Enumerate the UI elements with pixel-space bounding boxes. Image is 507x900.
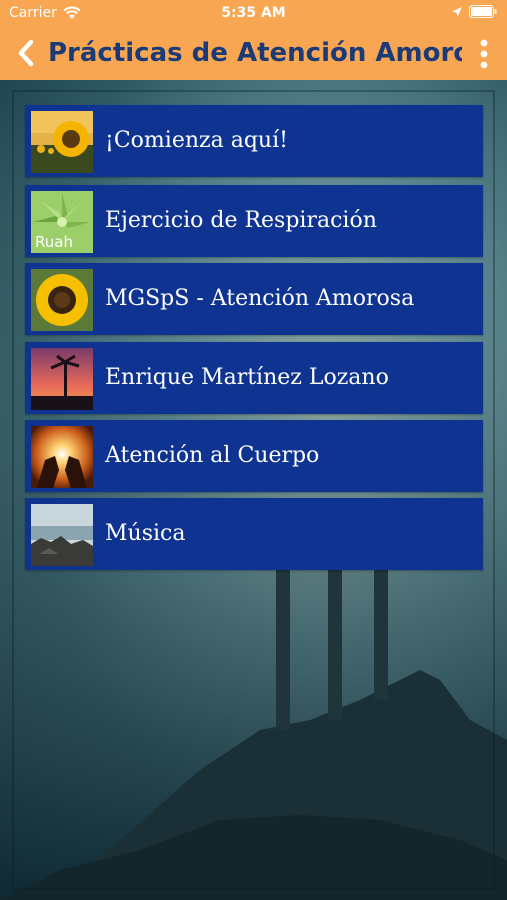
list-item-musica[interactable]: Música — [25, 498, 483, 570]
palm-sunset-thumbnail — [31, 348, 93, 410]
list-item-label: Música — [105, 521, 186, 546]
nav-bar: Prácticas de Atención Amorosa — [0, 28, 507, 78]
status-bar: Carrier 5:35 AM — [0, 0, 507, 26]
ruah-logo-text: Ruah — [35, 233, 73, 251]
hands-sun-thumbnail — [31, 426, 93, 488]
list-item-label: Enrique Martínez Lozano — [105, 365, 389, 390]
list-item-label: ¡Comienza aquí! — [105, 128, 288, 153]
ruah-succulent-thumbnail: Ruah — [31, 191, 93, 253]
list-item-respiracion[interactable]: Ruah Ejercicio de Respiración — [25, 185, 483, 257]
list-item-label: Ejercicio de Respiración — [105, 208, 377, 233]
list-item-mgsps[interactable]: MGSpS - Atención Amorosa — [25, 263, 483, 335]
chevron-left-icon[interactable] — [12, 38, 40, 68]
sunflower-field-thumbnail — [31, 111, 93, 173]
list-item-enrique[interactable]: Enrique Martínez Lozano — [25, 342, 483, 414]
page-title: Prácticas de Atención Amorosa — [48, 38, 462, 68]
sunflower-thumbnail — [31, 269, 93, 331]
status-right — [451, 5, 497, 18]
list-item-comienza[interactable]: ¡Comienza aquí! — [25, 105, 483, 177]
list-item-label: MGSpS - Atención Amorosa — [105, 286, 415, 311]
rocky-shore-thumbnail — [31, 504, 93, 566]
list-item-label: Atención al Cuerpo — [105, 443, 320, 468]
status-time: 5:35 AM — [221, 5, 286, 21]
vertical-ellipsis-icon[interactable] — [474, 38, 494, 70]
location-arrow-icon — [452, 6, 462, 17]
app-header: Carrier 5:35 AM Prácticas de Atención Am… — [0, 0, 507, 80]
list-item-cuerpo[interactable]: Atención al Cuerpo — [25, 420, 483, 492]
battery-icon — [469, 5, 497, 18]
